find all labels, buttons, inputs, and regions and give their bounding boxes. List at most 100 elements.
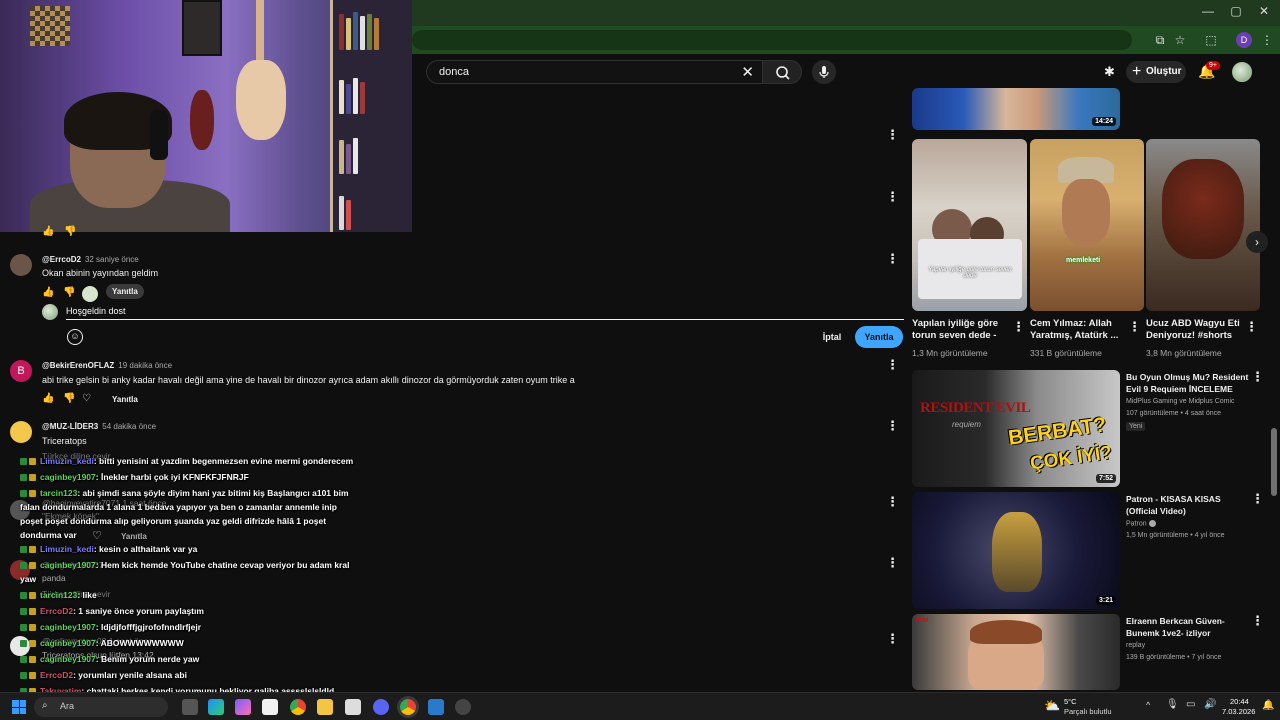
short-title[interactable]: Yapılan iyiliğe göre torun seven dede - <box>912 318 998 342</box>
capcut-icon[interactable] <box>345 699 361 715</box>
obs-icon[interactable] <box>455 699 471 715</box>
browser-profile-avatar[interactable]: D <box>1236 32 1252 48</box>
youtube-account-avatar[interactable] <box>1232 62 1252 82</box>
reply-button[interactable]: Yanıtla <box>106 284 144 299</box>
volume-icon[interactable]: 🔊 <box>1204 699 1216 710</box>
comment-author[interactable]: @BekirErenOFLAZ 19 dakika önce <box>42 361 172 370</box>
chrome-active-icon[interactable] <box>400 699 416 715</box>
video-thumbnail[interactable]: msi <box>912 614 1120 690</box>
short-thumbnail[interactable] <box>1146 139 1260 311</box>
comment-time[interactable]: 54 dakika önce <box>102 422 156 431</box>
short-title-line[interactable]: Cem Yılmaz: Allah <box>1030 318 1112 329</box>
channel-name[interactable]: Patron <box>1126 520 1156 527</box>
comment-author[interactable]: @MUZ-LİDER3 54 dakika önce <box>42 422 156 431</box>
clock-date[interactable]: 7.03.2026 <box>1222 707 1255 716</box>
minimize-button[interactable]: — <box>1198 4 1218 18</box>
comment-avatar[interactable] <box>10 421 32 443</box>
reply-button[interactable]: Yanıtla <box>112 395 138 404</box>
dislike-icon[interactable]: 👎 <box>64 226 76 237</box>
comment-avatar[interactable]: B <box>10 360 32 382</box>
video-title[interactable]: Elraenn Berkcan Güven-Bunemk 1ve2- izliy… <box>1126 615 1252 639</box>
comment-time[interactable]: 32 saniye önce <box>85 255 139 264</box>
file-explorer-icon[interactable] <box>317 699 333 715</box>
video-thumbnail[interactable]: 3:21 <box>912 492 1120 609</box>
video-title[interactable]: Patron - KISASA KISAS (Official Video) <box>1126 493 1252 517</box>
channel-name[interactable]: replay <box>1126 642 1145 649</box>
short-title-line[interactable]: Yaratmış, Atatürk ... <box>1030 330 1118 341</box>
more-actions-icon[interactable]: ⋮ <box>886 252 899 265</box>
weather-description[interactable]: Parçalı bulutlu <box>1064 707 1112 716</box>
search-button[interactable] <box>762 60 802 84</box>
short-title[interactable]: Ucuz ABD Wagyu Eti Deniyoruz! #shorts <box>1146 318 1240 342</box>
more-actions-icon[interactable]: ⋮ <box>1251 614 1264 627</box>
microphone-tray-icon[interactable]: 🎙 <box>1166 699 1179 710</box>
more-actions-icon[interactable]: ⋮ <box>886 358 899 371</box>
dislike-icon[interactable]: 👎 <box>63 393 75 404</box>
comment-time[interactable]: 19 dakika önce <box>118 361 172 370</box>
like-icon[interactable]: 👍 <box>42 393 54 404</box>
like-icon[interactable]: 👍 <box>42 287 54 298</box>
more-actions-icon[interactable]: ⋮ <box>1128 320 1141 333</box>
comment-author[interactable]: @ErrcoD2 32 saniye önce <box>42 255 139 264</box>
notification-center-icon[interactable]: 🔔 <box>1262 700 1274 711</box>
short-title-line[interactable]: Deniyoruz! #shorts <box>1146 330 1232 341</box>
store-icon[interactable] <box>262 699 278 715</box>
discord-icon[interactable] <box>373 699 389 715</box>
start-button-windows-icon[interactable] <box>12 700 26 714</box>
more-actions-icon[interactable]: ⋮ <box>886 632 899 645</box>
app-icon[interactable] <box>428 699 444 715</box>
author-name[interactable]: @MUZ-LİDER3 <box>42 422 98 431</box>
shorts-next-arrow-icon[interactable]: › <box>1246 231 1268 253</box>
short-thumbnail[interactable]: memleketi <box>1030 139 1144 311</box>
short-title-line[interactable]: torun seven dede - <box>912 330 996 341</box>
short-thumbnail[interactable]: Yapılan iyiliğe göre torun seven dede <box>912 139 1027 311</box>
search-input[interactable]: donca ✕ <box>426 60 762 84</box>
reply-input[interactable]: Hoşgeldin dost <box>66 304 904 320</box>
video-title[interactable]: Bu Oyun Olmuş Mu? Resident Evil 9 Requie… <box>1126 371 1252 395</box>
copilot-icon[interactable] <box>235 699 251 715</box>
taskbar-search-input[interactable]: ⌕ Ara <box>34 697 168 717</box>
close-window-button[interactable]: ✕ <box>1254 4 1274 18</box>
cancel-button[interactable]: İptal <box>812 328 852 346</box>
channel-name[interactable]: MidPlus Gaming ve Midplus Comic <box>1126 398 1235 405</box>
weather-icon[interactable]: ⛅ <box>1044 698 1060 714</box>
dislike-icon[interactable]: 👎 <box>63 287 75 298</box>
more-actions-icon[interactable]: ⋮ <box>1251 492 1264 505</box>
heart-icon[interactable]: ♡ <box>92 529 102 542</box>
more-actions-icon[interactable]: ⋮ <box>886 495 899 508</box>
chevron-up-icon[interactable]: ^ <box>1146 700 1150 710</box>
clock-time[interactable]: 20:44 <box>1230 697 1249 706</box>
author-name[interactable]: @BekirErenOFLAZ <box>42 361 114 370</box>
maximize-button[interactable]: ▢ <box>1226 4 1246 18</box>
more-actions-icon[interactable]: ⋮ <box>886 190 899 203</box>
more-actions-icon[interactable]: ⋮ <box>1251 370 1264 383</box>
clear-search-icon[interactable]: ✕ <box>741 63 754 81</box>
video-thumbnail[interactable]: 14:24 <box>912 88 1120 130</box>
short-title-line[interactable]: Ucuz ABD Wagyu Eti <box>1146 318 1240 329</box>
more-actions-icon[interactable]: ⋮ <box>1012 320 1025 333</box>
more-actions-icon[interactable]: ⋮ <box>886 128 899 141</box>
address-bar[interactable] <box>412 30 1132 50</box>
task-view-icon[interactable] <box>182 699 198 715</box>
network-icon[interactable]: ▭ <box>1186 699 1195 710</box>
like-icon[interactable]: 👍 <box>42 226 54 237</box>
page-scrollbar[interactable] <box>1271 428 1277 496</box>
submit-reply-button[interactable]: Yanıtla <box>855 326 903 348</box>
video-thumbnail[interactable]: RESIDENT EVIL requiem BERBAT? ÇOK İYİ? 7… <box>912 370 1120 487</box>
more-actions-icon[interactable]: ⋮ <box>1245 320 1258 333</box>
voice-search-button[interactable] <box>812 60 836 84</box>
more-actions-icon[interactable]: ⋮ <box>886 419 899 432</box>
chrome-icon[interactable] <box>290 699 306 715</box>
emoji-icon[interactable]: ☺ <box>67 329 83 345</box>
browser-menu-icon[interactable]: ⋮ <box>1259 32 1275 48</box>
heart-icon[interactable]: ♡ <box>82 393 91 404</box>
short-title-line[interactable]: Yapılan iyiliğe göre <box>912 318 998 329</box>
comment-avatar[interactable] <box>10 254 32 276</box>
author-name[interactable]: @ErrcoD2 <box>42 255 81 264</box>
reply-button[interactable]: Yanıtla <box>121 532 147 541</box>
create-button[interactable]: + Oluştur <box>1126 61 1186 83</box>
bookmark-star-icon[interactable]: ☆ <box>1172 32 1188 48</box>
weather-temperature[interactable]: 5°C <box>1064 697 1077 706</box>
extensions-icon[interactable]: ⬚ <box>1203 32 1219 48</box>
more-actions-icon[interactable]: ⋮ <box>886 556 899 569</box>
